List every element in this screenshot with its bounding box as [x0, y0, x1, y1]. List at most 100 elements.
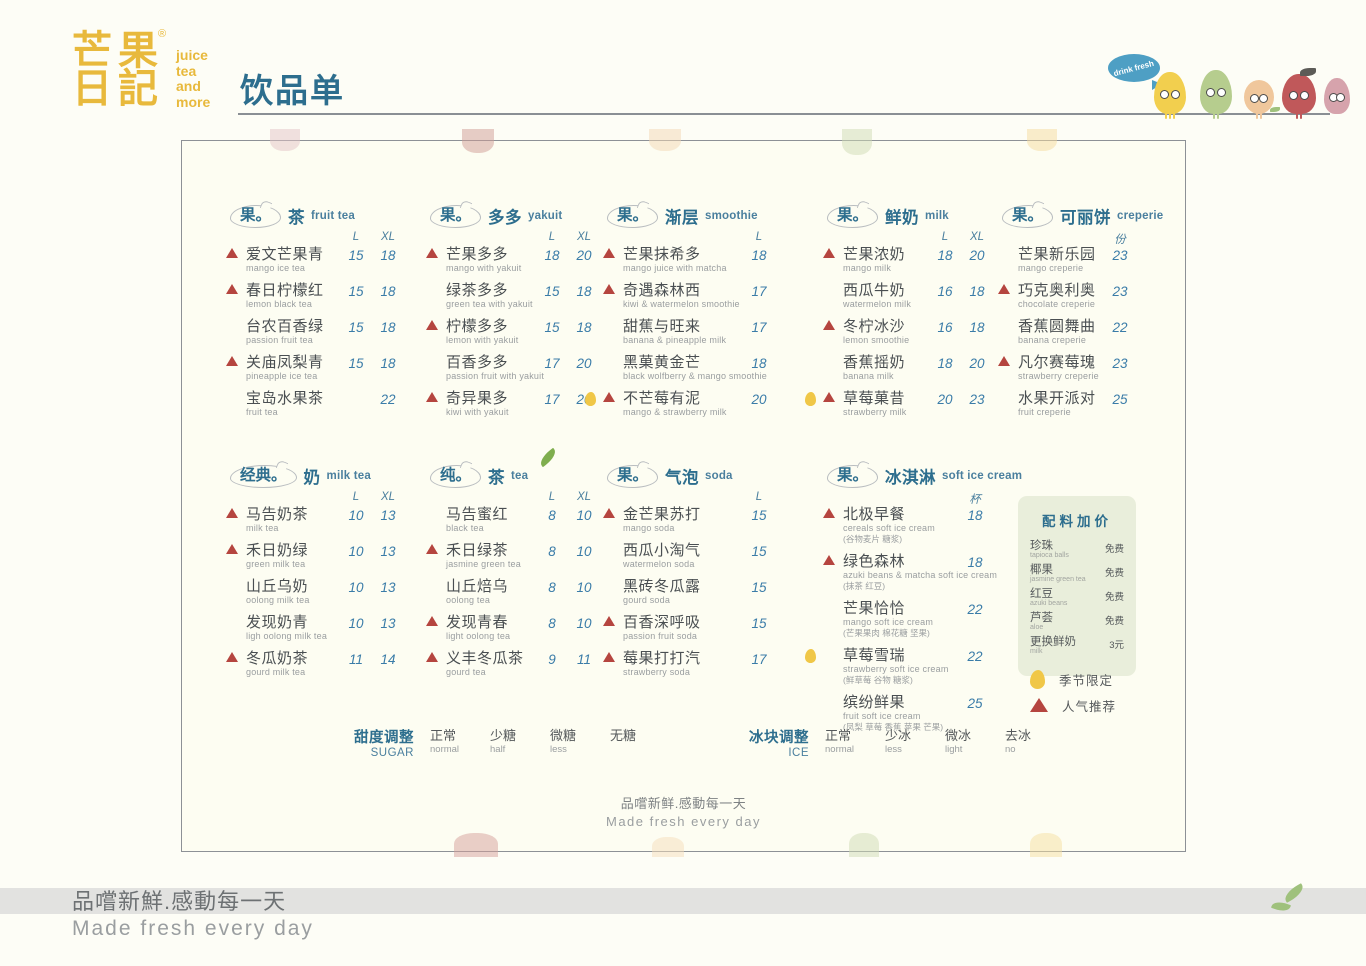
topping-item[interactable]: 椰果 jasmine green tea 免费: [1030, 564, 1124, 588]
menu-item[interactable]: 水果开派对 fruit creperie 25: [1002, 390, 1167, 426]
menu-item[interactable]: 山丘焙乌 oolong tea 8 10: [430, 578, 620, 614]
topping-item[interactable]: 红豆 azuki beans 免费: [1030, 588, 1124, 612]
ice-choice[interactable]: 去冰 no: [1005, 728, 1031, 756]
brand-tagline-line-1: juice: [176, 47, 208, 63]
item-name-en: ligh oolong milk tea: [246, 631, 328, 641]
brand-tagline-line-4: more: [176, 93, 211, 110]
item-price: 17: [544, 392, 560, 407]
item-name-en: strawberry soda: [623, 667, 691, 677]
menu-item[interactable]: 春日柠檬红 lemon black tea 15 18: [226, 282, 430, 318]
menu-panel: 果。茶 fruit tea L XL 爱文芒果青 mango ice tea 15 18 春日柠…: [181, 129, 1186, 857]
menu-item[interactable]: 巧克奥利奥 chocolate creperie 23: [998, 282, 1167, 318]
menu-item[interactable]: 香蕉圆舞曲 banana creperie 22: [1002, 318, 1167, 354]
item-name-cn: 缤纷鲜果: [843, 694, 906, 711]
menu-item[interactable]: 金芒果苏打 mango soda 15: [603, 506, 822, 542]
item-name-cn: 发现奶青: [246, 614, 309, 631]
sugar-choice[interactable]: 少糖 half: [490, 728, 516, 756]
triangle-icon: [823, 320, 835, 330]
menu-item[interactable]: 台农百香绿 passion fruit tea 15 18: [230, 318, 430, 354]
triangle-icon: [226, 544, 238, 554]
menu-item[interactable]: 奇遇森林西 kiwi & watermelon smoothie 17: [603, 282, 822, 318]
item-price: 20: [576, 356, 592, 371]
triangle-icon: [603, 616, 615, 626]
menu-item[interactable]: 关庙凤梨青 pineapple ice tea 15 18: [226, 354, 430, 390]
menu-item[interactable]: 发现奶青 ligh oolong milk tea 10 13: [230, 614, 430, 650]
menu-item[interactable]: 芒果抹希多 mango juice with matcha 18: [603, 246, 822, 282]
size-header-L: L: [352, 491, 360, 503]
item-name-cn: 禾日奶绿: [246, 542, 309, 559]
menu-item[interactable]: 香蕉摇奶 banana milk 18 20: [827, 354, 1012, 390]
menu-item[interactable]: 绿茶多多 green tea with yakuit 15 18: [430, 282, 620, 318]
menu-item[interactable]: 宝岛水果茶 fruit tea 22: [230, 390, 430, 426]
menu-item[interactable]: 甜蕉与旺来 banana & pineapple milk 17: [607, 318, 822, 354]
item-price: 18: [380, 284, 396, 299]
menu-item[interactable]: 黑菓黄金芒 black wolfberry & mango smoothie 18: [607, 354, 822, 390]
menu-item[interactable]: 禾日绿茶 jasmine green tea 8 10: [426, 542, 620, 578]
item-name-cn: 黑菓黄金芒: [623, 354, 701, 371]
ice-choice[interactable]: 少冰 less: [885, 728, 911, 756]
menu-item[interactable]: 马告蜜红 black tea 8 10: [430, 506, 620, 542]
ice-choice[interactable]: 正常 normal: [825, 728, 854, 756]
mascot-row: drink fresh: [1108, 54, 1350, 119]
menu-item[interactable]: 凡尔赛莓瑰 strawberry creperie 23: [998, 354, 1167, 390]
menu-item[interactable]: 莓果打打汽 strawberry soda 17: [603, 650, 822, 686]
item-name-cn: 芒果抹希多: [623, 246, 701, 263]
item-price: 15: [751, 580, 767, 595]
menu-item[interactable]: 芒果恰恰 mango soft ice cream (芒果果肉 棉花糖 坚果) 22: [827, 600, 1027, 647]
item-price: 10: [348, 616, 364, 631]
menu-item[interactable]: 绿色森林 azuki beans & matcha soft ice cream(…: [823, 553, 1027, 600]
section-name-en: soda: [705, 470, 733, 482]
topping-price: 免费: [1104, 616, 1124, 627]
choice-en: light: [945, 744, 963, 755]
menu-item[interactable]: 黑砖冬瓜露 gourd soda 15: [607, 578, 822, 614]
sugar-choice[interactable]: 无糖: [610, 728, 636, 744]
item-note: (芒果果肉 棉花糖 坚果): [843, 628, 930, 638]
sugar-choice[interactable]: 微糖 less: [550, 728, 576, 756]
menu-item[interactable]: 西瓜小淘气 watermelon soda 15: [607, 542, 822, 578]
legend-label: 季节限定: [1059, 673, 1114, 688]
menu-item[interactable]: 柠檬多多 lemon with yakuit 15 18: [426, 318, 620, 354]
menu-item[interactable]: 草莓菓昔 strawberry milk 20 23: [805, 390, 1012, 426]
menu-item[interactable]: 西瓜牛奶 watermelon milk 16 18: [827, 282, 1012, 318]
size-header-XL: XL: [969, 231, 985, 243]
choice-cn: 无糖: [610, 728, 637, 743]
item-price: 10: [576, 616, 592, 631]
menu-item[interactable]: 百香多多 passion fruit with yakuit 17 20: [430, 354, 620, 390]
menu-item[interactable]: 不芒莓有泥 mango & strawberry milk 20: [585, 390, 822, 426]
ice-choice[interactable]: 微冰 light: [945, 728, 971, 756]
topping-item[interactable]: 珍珠 tapioca balls 免费: [1030, 540, 1124, 564]
sugar-label: 甜度调整 SUGAR: [342, 726, 414, 759]
menu-item[interactable]: 百香深呼吸 passion fruit soda 15: [603, 614, 822, 650]
menu-item[interactable]: 芒果新乐园 mango creperie 23: [1002, 246, 1167, 282]
topping-price: 免费: [1104, 592, 1124, 603]
item-name-en: cereals soft ice cream: [843, 523, 935, 533]
menu-item[interactable]: 北极早餐 cereals soft ice cream (谷物麦片 糖浆) 18: [823, 506, 1027, 553]
menu-item[interactable]: 发现青春 light oolong tea 8 10: [426, 614, 620, 650]
menu-item[interactable]: 芒果浓奶 mango milk 18 20: [823, 246, 1012, 282]
menu-item[interactable]: 义丰冬瓜茶 gourd tea 9 11: [426, 650, 620, 686]
menu-section-smoothie: 果。 渐层 smoothie L 芒果抹希多 mango juice with match…: [585, 203, 822, 426]
topping-item[interactable]: 更换鲜奶 milk 3元: [1030, 636, 1124, 660]
item-price: 13: [380, 580, 396, 595]
choice-cn: 少冰: [885, 728, 912, 743]
section-bubble: 果。: [430, 204, 482, 228]
menu-item[interactable]: 冬瓜奶茶 gourd milk tea 11 14: [226, 650, 430, 686]
menu-item[interactable]: 芒果多多 mango with yakuit 18 20: [426, 246, 620, 282]
menu-item[interactable]: 冬柠冰沙 lemon smoothie 16 18: [823, 318, 1012, 354]
triangle-icon: [823, 392, 835, 402]
menu-item[interactable]: 爱文芒果青 mango ice tea 15 18: [226, 246, 430, 282]
sugar-choice[interactable]: 正常 normal: [430, 728, 459, 756]
menu-item[interactable]: 缤纷鲜果 fruit soft ice cream (凤梨 草莓 香蕉 苹果 芒果)…: [827, 694, 1027, 741]
brand-tagline-line-2: tea: [176, 62, 197, 79]
legend-row: 人气推荐: [1030, 692, 1124, 718]
size-header-XL: XL: [380, 491, 396, 503]
section-name-cn: 鲜奶: [885, 209, 920, 227]
menu-item[interactable]: 山丘乌奶 oolong milk tea 10 13: [230, 578, 430, 614]
size-header-杯: 杯: [969, 494, 981, 506]
sugar-label-cn: 甜度调整: [354, 730, 414, 746]
topping-item[interactable]: 芦荟 aloe 免费: [1030, 612, 1124, 636]
menu-item[interactable]: 马告奶茶 milk tea 10 13: [226, 506, 430, 542]
section-name-cn: 冰淇淋: [885, 469, 937, 487]
menu-item[interactable]: 草莓雪瑞 strawberry soft ice cream (鲜草莓 谷物 糖浆)…: [805, 647, 1027, 694]
menu-item[interactable]: 禾日奶绿 green milk tea 10 13: [226, 542, 430, 578]
